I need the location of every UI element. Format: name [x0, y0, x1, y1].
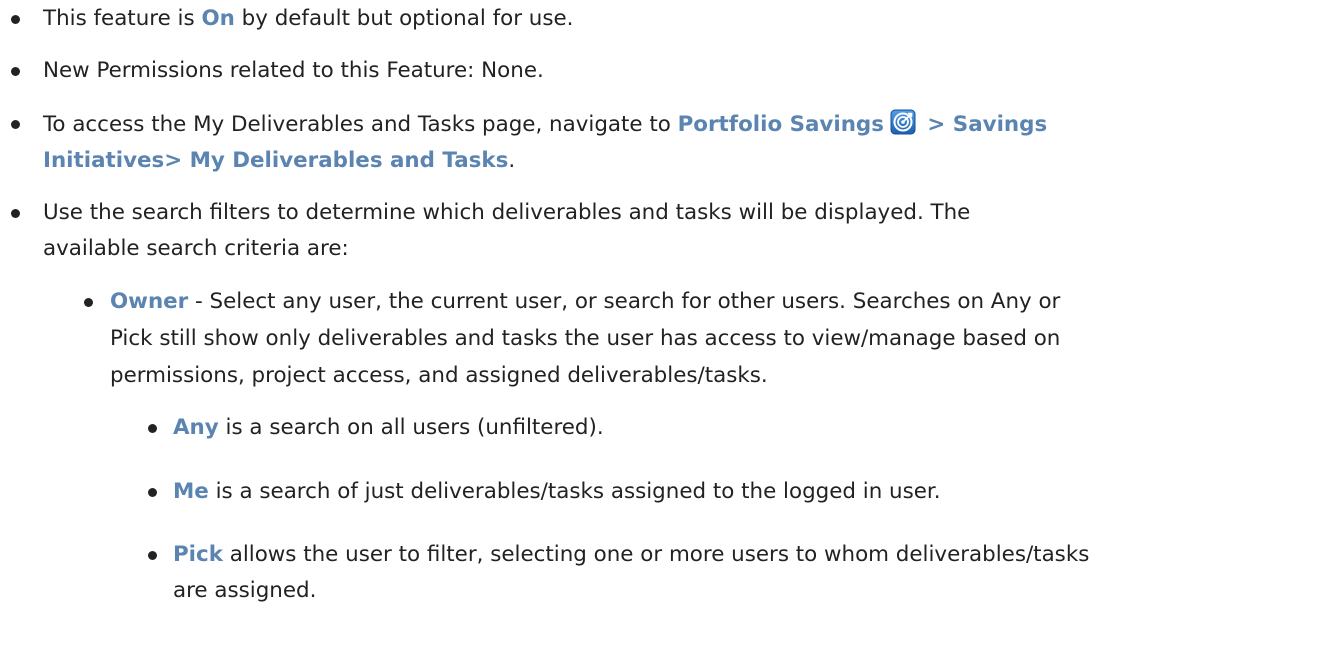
owner-line-1: Owner - Select any user, the current use… [110, 289, 1061, 314]
bullet-marker [11, 15, 20, 24]
bullet-permissions: New Permissions related to this Feature:… [43, 58, 544, 83]
bullet-navigate-line-2: Initiatives> My Deliverables and Tasks. [43, 148, 516, 173]
bullet-marker [148, 551, 157, 560]
bullet-marker [148, 488, 157, 497]
option-pick-line-1: Pick allows the user to filter, selectin… [173, 542, 1090, 567]
option-me: Me is a search of just deliverables/task… [173, 479, 941, 504]
bullet-marker [148, 424, 157, 433]
owner-line-2: Pick still show only deliverables and ta… [110, 326, 1061, 351]
nav-path-portfolio-savings: Portfolio Savings [677, 112, 884, 137]
pick-label: Pick [173, 542, 223, 567]
option-pick-line-2: are assigned. [173, 578, 317, 603]
owner-label: Owner [110, 289, 189, 314]
bullet-marker [84, 298, 93, 307]
bullet-marker [11, 209, 20, 218]
on-highlight: On [201, 6, 235, 31]
bullet-search-filters-line-1: Use the search filters to determine whic… [43, 200, 971, 225]
option-any: Any is a search on all users (unfiltered… [173, 415, 604, 440]
bullet-feature-default: This feature is On by default but option… [43, 6, 574, 31]
any-label: Any [173, 415, 219, 440]
bullet-marker [11, 120, 20, 129]
bullet-search-filters-line-2: available search criteria are: [43, 236, 349, 261]
bullet-navigate-line-1: To access the My Deliverables and Tasks … [43, 109, 1047, 144]
bullet-marker [11, 67, 20, 76]
nav-path-savings: > Savings [919, 112, 1048, 137]
target-icon [890, 109, 916, 144]
me-label: Me [173, 479, 209, 504]
owner-line-3: permissions, project access, and assigne… [110, 363, 768, 388]
nav-path-initiatives: Initiatives> My Deliverables and Tasks [43, 148, 509, 173]
